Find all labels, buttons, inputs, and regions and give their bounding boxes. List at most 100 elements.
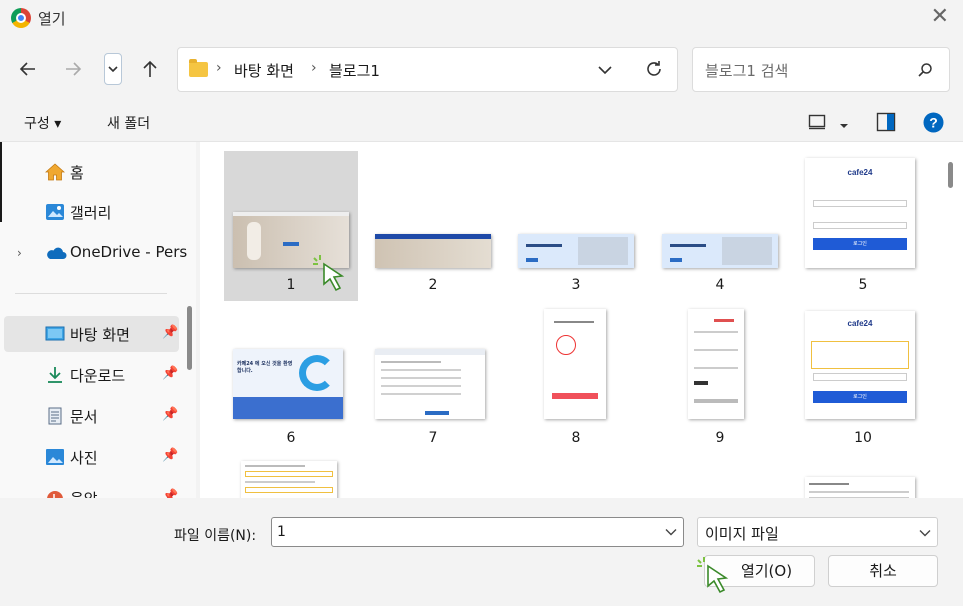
refresh-icon[interactable] <box>644 59 664 83</box>
folder-icon <box>189 59 208 77</box>
view-options-chevron-icon[interactable] <box>839 118 849 134</box>
filename-label: 파일 이름(N): <box>174 528 257 544</box>
file-grid-scrollbar[interactable] <box>948 162 953 188</box>
sidebar-item-desktop[interactable]: 바탕 화면 📌 <box>4 316 179 352</box>
file-item[interactable]: 3 <box>509 151 643 301</box>
recent-locations-dropdown[interactable] <box>104 53 122 85</box>
breadcrumb-blog1[interactable]: 블로그1 <box>329 60 380 81</box>
search-input[interactable]: 블로그1 검색 <box>705 60 788 81</box>
file-thumbnail <box>375 349 485 419</box>
file-name: 6 <box>286 430 296 446</box>
file-name: 8 <box>571 430 581 446</box>
search-icon[interactable] <box>917 62 933 82</box>
forward-arrow-icon[interactable] <box>60 56 86 82</box>
file-name: 10 <box>854 430 872 446</box>
login-button-preview: 로그인 <box>813 238 907 250</box>
dialog-footer: 파일 이름(N): 1 이미지 파일 열기(O) 취소 <box>0 498 963 606</box>
file-item[interactable]: cafe24 로그인 10 <box>796 302 930 452</box>
sidebar-item-label: 바탕 화면 <box>70 326 130 344</box>
navigation-pane: 홈 갤러리 › OneDrive - Pers 바탕 화면 📌 다운로드 📌 문… <box>0 142 196 498</box>
sidebar-item-music[interactable]: 음악 📌 <box>4 480 179 498</box>
file-item[interactable]: 9 <box>653 302 787 452</box>
file-item[interactable] <box>796 453 930 498</box>
sidebar-item-label: 다운로드 <box>70 367 126 385</box>
login-button-preview: 로그인 <box>813 391 907 403</box>
file-thumbnail <box>688 309 744 419</box>
file-thumbnail: 카페24 에 오신 것을 환영합니다. <box>233 349 343 419</box>
sidebar-item-label: 문서 <box>70 408 98 426</box>
sidebar-item-pictures[interactable]: 사진 📌 <box>4 439 179 475</box>
help-icon[interactable]: ? <box>923 112 944 137</box>
close-icon[interactable]: ✕ <box>931 6 949 28</box>
file-grid: 1 2 3 4 cafe24 로그인 5 카페24 에 오신 것을 환영합니다.… <box>200 142 963 498</box>
pin-icon[interactable]: 📌 <box>162 448 178 463</box>
sidebar-item-label: 음악 <box>70 488 98 498</box>
download-icon <box>45 366 65 384</box>
file-thumbnail <box>518 234 634 268</box>
navigation-bar: › 바탕 화면 › 블로그1 블로그1 검색 <box>0 36 963 102</box>
file-thumbnail <box>241 461 337 498</box>
onedrive-icon <box>45 244 67 262</box>
file-name: 3 <box>571 277 581 293</box>
breadcrumb-separator: › <box>311 60 317 76</box>
window-title: 열기 <box>38 10 66 28</box>
address-dropdown-icon[interactable] <box>598 63 612 79</box>
file-thumbnail: cafe24 로그인 <box>805 158 915 268</box>
sidebar-item-label: 홈 <box>70 164 84 182</box>
file-thumbnail <box>544 309 606 419</box>
pane-edge <box>0 142 2 222</box>
file-name: 2 <box>428 277 438 293</box>
file-thumbnail <box>805 477 915 498</box>
pin-icon[interactable]: 📌 <box>162 489 178 498</box>
breadcrumb-desktop[interactable]: 바탕 화면 <box>234 60 294 81</box>
svg-text:?: ? <box>929 115 938 131</box>
pin-icon[interactable]: 📌 <box>162 366 178 381</box>
sidebar-scrollbar[interactable] <box>187 306 192 370</box>
organize-label: 구성 <box>24 116 50 132</box>
up-arrow-icon[interactable] <box>137 56 163 82</box>
cancel-button[interactable]: 취소 <box>828 555 938 587</box>
address-bar[interactable]: › 바탕 화면 › 블로그1 <box>177 47 678 92</box>
sidebar-item-onedrive[interactable]: OneDrive - Pers <box>4 235 187 271</box>
back-arrow-icon[interactable] <box>15 56 41 82</box>
new-folder-button[interactable]: 새 폴더 <box>107 113 150 133</box>
sidebar-item-label: OneDrive - Pers <box>70 243 188 261</box>
sidebar-item-home[interactable]: 홈 <box>4 154 179 190</box>
view-mode-icon[interactable] <box>808 114 826 134</box>
sidebar-divider <box>15 293 167 294</box>
chevron-down-icon[interactable] <box>665 524 677 540</box>
filetype-select[interactable]: 이미지 파일 <box>697 517 938 547</box>
sidebar-item-label: 사진 <box>70 449 98 467</box>
sidebar-item-downloads[interactable]: 다운로드 📌 <box>4 357 179 393</box>
sidebar-item-documents[interactable]: 문서 📌 <box>4 398 179 434</box>
sidebar-item-gallery[interactable]: 갤러리 <box>4 194 179 230</box>
home-icon <box>44 163 66 181</box>
file-item[interactable]: 7 <box>366 302 500 452</box>
file-item[interactable] <box>224 453 358 498</box>
file-name: 9 <box>715 430 725 446</box>
mouse-cursor-icon <box>313 255 345 292</box>
open-button-label: 열기(O) <box>740 562 793 580</box>
search-box[interactable]: 블로그1 검색 <box>692 47 950 92</box>
sidebar-item-label: 갤러리 <box>70 204 112 222</box>
file-item[interactable]: 4 <box>653 151 787 301</box>
preview-pane-icon[interactable] <box>876 112 896 136</box>
file-item[interactable]: 카페24 에 오신 것을 환영합니다. 6 <box>224 302 358 452</box>
file-name: 4 <box>715 277 725 293</box>
pin-icon[interactable]: 📌 <box>162 407 178 422</box>
document-icon <box>45 407 65 425</box>
filename-value[interactable]: 1 <box>277 524 286 540</box>
title-bar: 열기 ✕ <box>0 0 963 36</box>
file-item[interactable]: 8 <box>509 302 643 452</box>
gallery-icon <box>45 203 65 221</box>
file-thumbnail: cafe24 로그인 <box>805 311 915 419</box>
chevron-down-icon <box>919 525 931 541</box>
file-item[interactable]: 2 <box>366 151 500 301</box>
file-item[interactable]: cafe24 로그인 5 <box>796 151 930 301</box>
music-icon <box>45 489 65 498</box>
organize-menu[interactable]: 구성 ▾ <box>24 113 61 133</box>
pin-icon[interactable]: 📌 <box>162 325 178 340</box>
filename-field[interactable]: 1 <box>271 517 684 547</box>
chevron-down-icon <box>108 66 118 73</box>
file-name: 5 <box>858 277 868 293</box>
